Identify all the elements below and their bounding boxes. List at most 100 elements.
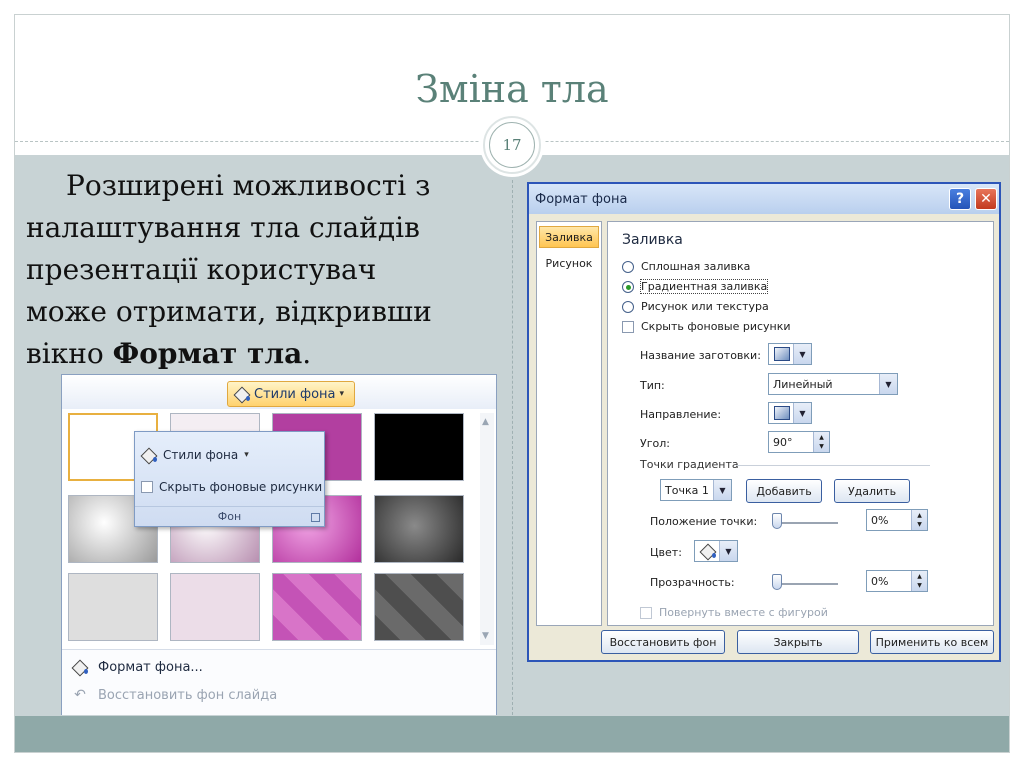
paint-bucket-icon [141, 448, 157, 462]
popup-styles-button[interactable]: Стили фона ▾ [141, 444, 249, 466]
gradient-stop-value: Точка 1 [665, 483, 709, 497]
chevron-down-icon: ▾ [339, 389, 345, 399]
reset-background-menu-item[interactable]: ↶ Восстановить фон слайда [62, 682, 496, 708]
bg-swatch-10[interactable] [170, 573, 260, 641]
group-separator [736, 465, 930, 466]
fill-option-solid[interactable]: Сплошная заливка [622, 260, 750, 273]
radio-gradient[interactable] [622, 280, 634, 293]
body-line-4: може отримати, відкривши [26, 295, 432, 328]
format-bg-icon [62, 660, 98, 674]
body-line-1: Розширені можливості з [66, 169, 431, 202]
preset-dropdown[interactable]: ▼ [768, 343, 812, 365]
dialog-title-bar: Формат фона ? ✕ [529, 184, 999, 214]
chevron-down-icon: ▼ [719, 541, 737, 561]
spinner-arrows-icon[interactable]: ▲ ▼ [911, 571, 927, 591]
fill-option-gradient[interactable]: Градиентная заливка [622, 279, 769, 294]
spinner-arrows-icon[interactable]: ▲ ▼ [813, 432, 829, 452]
body-line-5-bold: Формат тла [112, 337, 303, 370]
chevron-down-icon: ▼ [793, 403, 811, 423]
slide-title: Зміна тла [415, 67, 609, 111]
stops-group-label: Точки градиента [640, 458, 739, 471]
delete-stop-button[interactable]: Удалить [834, 479, 910, 503]
transparency-label: Прозрачность: [650, 576, 735, 589]
rotate-with-shape-option[interactable]: Повернуть вместе с фигурой [640, 606, 828, 619]
background-styles-button[interactable]: Стили фона ▾ [227, 381, 355, 407]
rotate-with-shape-checkbox[interactable] [640, 606, 652, 619]
hide-bg-checkbox[interactable] [622, 320, 634, 333]
page-number: 17 [489, 122, 535, 168]
bg-swatch-4[interactable] [374, 413, 464, 481]
radio-solid[interactable] [622, 260, 634, 273]
angle-spinner[interactable]: 90° ▲ ▼ [768, 431, 830, 453]
stop-position-label: Положение точки: [650, 515, 758, 528]
body-line-2: налаштування тла слайдів [26, 211, 420, 244]
close-icon[interactable]: ✕ [975, 188, 997, 210]
reset-background-button[interactable]: Восстановить фон [601, 630, 725, 654]
hide-bg-option[interactable]: Скрыть фоновые рисунки [622, 320, 791, 333]
direction-swatch-icon [774, 406, 790, 420]
chevron-down-icon: ▾ [244, 450, 249, 460]
body-line-3: презентації користувач [26, 253, 377, 286]
format-background-menu-item[interactable]: Формат фона... [62, 654, 496, 680]
nav-item-fill[interactable]: Заливка [539, 226, 599, 248]
gallery-menu: Формат фона... ↶ Восстановить фон слайда [62, 649, 496, 715]
bg-swatch-9[interactable] [68, 573, 158, 641]
add-stop-button[interactable]: Добавить [746, 479, 822, 503]
fill-option-gradient-label: Градиентная заливка [639, 279, 769, 294]
page-number-badge: 17 [483, 116, 541, 174]
gallery-scrollbar[interactable]: ▲ ▼ [480, 413, 494, 645]
popup-styles-label: Стили фона [163, 448, 239, 462]
direction-dropdown[interactable]: ▼ [768, 402, 812, 424]
bg-swatch-8[interactable] [374, 495, 464, 563]
transparency-slider[interactable] [772, 574, 782, 590]
fill-panel: Заливка Сплошная заливка Градиентная зал… [607, 221, 994, 626]
color-dropdown[interactable]: ▼ [694, 540, 738, 562]
reset-bg-label: Восстановить фон слайда [98, 687, 278, 703]
angle-value: 90° [773, 435, 793, 449]
bg-swatch-11[interactable] [272, 573, 362, 641]
popup-hide-bg-label: Скрыть фоновые рисунки [159, 480, 323, 494]
scroll-up-icon[interactable]: ▲ [482, 417, 489, 427]
stop-position-value: 0% [871, 513, 889, 527]
rotate-with-shape-label: Повернуть вместе с фигурой [659, 606, 828, 619]
scroll-down-icon[interactable]: ▼ [482, 631, 489, 641]
help-button[interactable]: ? [949, 188, 971, 210]
radio-picture[interactable] [622, 300, 634, 313]
chevron-down-icon: ▼ [879, 374, 897, 394]
chevron-down-icon: ▼ [713, 480, 731, 500]
stop-position-track [774, 522, 838, 524]
apply-to-all-button[interactable]: Применить ко всем [870, 630, 994, 654]
paint-bucket-icon [72, 660, 88, 674]
direction-label: Направление: [640, 408, 722, 421]
body-line-5-suffix: . [302, 337, 312, 370]
transparency-spinner[interactable]: 0% ▲ ▼ [866, 570, 928, 592]
nav-item-picture[interactable]: Рисунок [539, 252, 599, 274]
body-text: Розширені можливості з налаштування тла … [26, 165, 496, 375]
stop-position-slider[interactable] [772, 513, 782, 529]
popup-group-footer: Фон [135, 506, 324, 526]
popup-hide-bg-row[interactable]: Скрыть фоновые рисунки [141, 476, 322, 498]
gradient-stop-dropdown[interactable]: Точка 1 ▼ [660, 479, 732, 501]
fill-option-solid-label: Сплошная заливка [641, 260, 751, 273]
chevron-down-icon: ▼ [793, 344, 811, 364]
type-dropdown[interactable]: Линейный ▼ [768, 373, 898, 395]
fill-option-picture-label: Рисунок или текстура [641, 300, 769, 313]
popup-group-label: Фон [217, 510, 242, 523]
stop-position-spinner[interactable]: 0% ▲ ▼ [866, 509, 928, 531]
dialog-launcher-icon[interactable] [311, 513, 320, 522]
paint-bucket-icon [234, 387, 250, 401]
bg-swatch-12[interactable] [374, 573, 464, 641]
format-background-dialog: Формат фона ? ✕ Заливка Рисунок Заливка … [527, 182, 1001, 662]
spinner-arrows-icon[interactable]: ▲ ▼ [911, 510, 927, 530]
paint-bucket-icon [700, 544, 716, 558]
hide-bg-checkbox[interactable] [141, 481, 153, 493]
close-button[interactable]: Закрыть [737, 630, 859, 654]
reset-bg-icon: ↶ [74, 687, 86, 703]
transparency-track [774, 583, 838, 585]
section-title: Заливка [622, 232, 683, 248]
angle-label: Угол: [640, 437, 670, 450]
fill-option-picture[interactable]: Рисунок или текстура [622, 300, 769, 313]
gallery-toolbar: Стили фона ▾ [62, 375, 496, 409]
type-value: Линейный [773, 377, 833, 391]
background-styles-gallery: Стили фона ▾ ▲ ▼ Стили фона ▾ Скрыть фон… [61, 374, 497, 715]
